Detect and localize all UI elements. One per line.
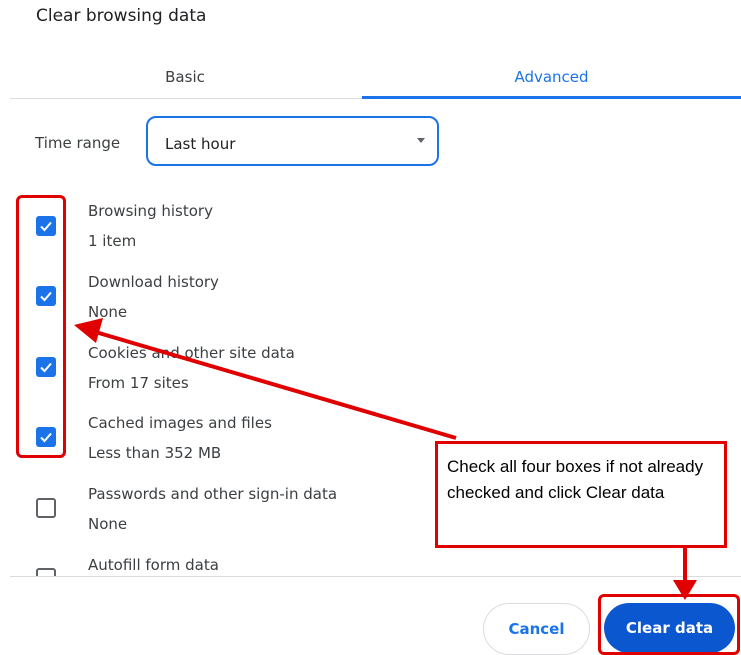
time-range-label: Time range: [35, 134, 121, 152]
checkbox-passwords[interactable]: [36, 498, 56, 518]
checkbox-highlight-box: [16, 195, 66, 458]
item-title-passwords: Passwords and other sign-in data: [88, 485, 338, 503]
item-title-cached-images: Cached images and files: [88, 414, 272, 432]
item-title-autofill: Autofill form data: [88, 556, 219, 574]
annotation-callout: Check all four boxes if not already chec…: [435, 441, 727, 548]
caret-down-icon: [417, 138, 425, 143]
footer-divider: [10, 576, 741, 577]
dialog-title: Clear browsing data: [36, 6, 207, 26]
cancel-button[interactable]: Cancel: [483, 603, 590, 655]
tab-advanced[interactable]: Advanced: [362, 58, 741, 96]
time-range-select[interactable]: Last hour: [146, 116, 439, 166]
time-range-value: Last hour: [165, 135, 236, 153]
item-title-cookies: Cookies and other site data: [88, 344, 295, 362]
active-tab-indicator: [362, 96, 741, 99]
clear-button-highlight-box: [598, 594, 740, 655]
checkbox-autofill[interactable]: [36, 568, 56, 576]
item-subtitle-cached-images: Less than 352 MB: [88, 444, 222, 462]
item-subtitle-passwords: None: [88, 515, 128, 533]
arrowhead-left-icon: [74, 318, 103, 343]
item-subtitle-download-history: None: [88, 303, 128, 321]
item-subtitle-cookies: From 17 sites: [88, 374, 189, 392]
item-subtitle-browsing-history: 1 item: [88, 232, 137, 250]
list-clip: Autofill form data: [0, 550, 741, 576]
tab-basic[interactable]: Basic: [10, 58, 360, 96]
item-title-browsing-history: Browsing history: [88, 202, 213, 220]
item-title-download-history: Download history: [88, 273, 219, 291]
